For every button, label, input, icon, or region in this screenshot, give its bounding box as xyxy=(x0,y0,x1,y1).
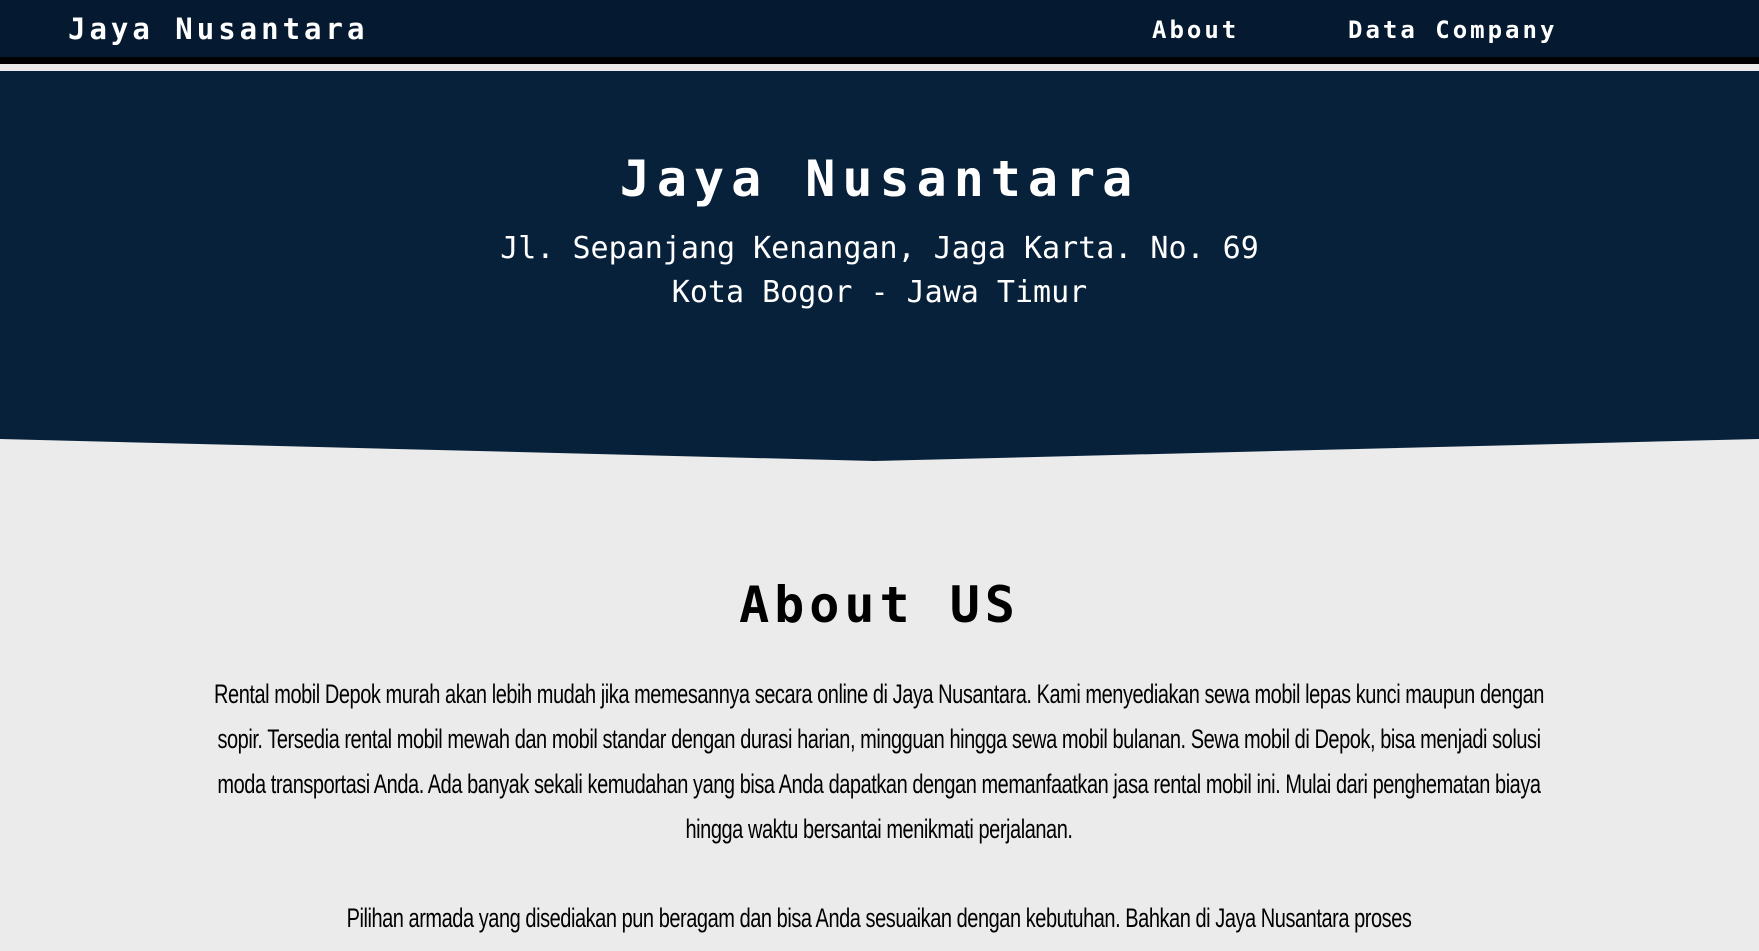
hero-address-line-1: Jl. Sepanjang Kenangan, Jaga Karta. No. … xyxy=(500,231,1259,266)
hero-address: Jl. Sepanjang Kenangan, Jaga Karta. No. … xyxy=(0,227,1759,315)
about-title: About US xyxy=(739,576,1020,634)
nav-link-data-company[interactable]: Data Company xyxy=(1348,14,1557,46)
hero-title: Jaya Nusantara xyxy=(619,150,1140,208)
nav-link-about[interactable]: About xyxy=(1152,14,1239,46)
about-paragraph-2: Pilihan armada yang disediakan pun berag… xyxy=(346,903,1412,933)
brand-link[interactable]: Jaya Nusantara xyxy=(68,12,368,46)
about-paragraph-1: Rental mobil Depok murah akan lebih muda… xyxy=(214,679,1544,844)
hero-address-line-2: Kota Bogor - Jawa Timur xyxy=(671,275,1088,310)
hero-banner: Jaya Nusantara Jl. Sepanjang Kenangan, J… xyxy=(0,71,1759,461)
top-navbar: Jaya Nusantara About Data Company xyxy=(0,0,1759,64)
